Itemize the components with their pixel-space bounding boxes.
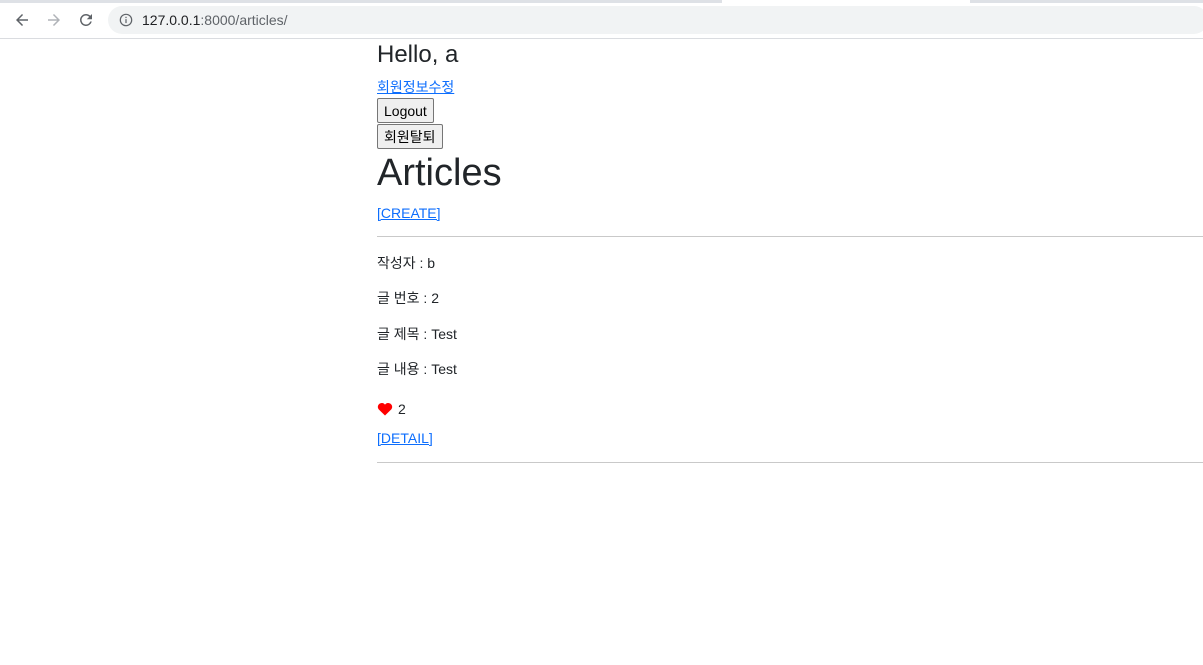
edit-profile-link[interactable]: 회원정보수정 [377, 78, 454, 96]
address-bar[interactable]: 127.0.0.1:8000/articles/ [108, 6, 1203, 34]
logout-button[interactable]: Logout [377, 98, 434, 123]
like-section: 2 [377, 401, 406, 417]
tab-strip [0, 0, 1203, 3]
article-author: 작성자 : b [377, 255, 436, 271]
arrow-left-icon [16, 14, 28, 26]
divider [377, 462, 1203, 463]
detail-link[interactable]: [DETAIL] [377, 429, 433, 447]
url-text[interactable]: 127.0.0.1:8000/articles/ [142, 12, 288, 28]
browser-toolbar: 127.0.0.1:8000/articles/ [0, 0, 1203, 39]
info-icon[interactable] [118, 12, 134, 28]
article-number: 글 번호 : 2 [377, 290, 439, 306]
reload-button[interactable] [74, 8, 98, 32]
article-title: 글 제목 : Test [377, 326, 457, 342]
forward-button[interactable] [42, 8, 66, 32]
greeting: Hello, a [377, 41, 459, 68]
divider [377, 236, 1203, 237]
withdraw-button[interactable]: 회원탈퇴 [377, 124, 443, 149]
url-host: 127.0.0.1 [142, 12, 201, 28]
page-title: Articles [377, 152, 502, 194]
create-link[interactable]: [CREATE] [377, 204, 441, 222]
url-path: :8000/articles/ [200, 12, 288, 28]
like-count: 2 [398, 401, 406, 417]
heart-icon[interactable] [377, 402, 393, 416]
back-button[interactable] [10, 8, 34, 32]
article-content: 글 내용 : Test [377, 361, 457, 377]
arrow-right-icon [48, 14, 60, 26]
reload-icon [79, 13, 92, 26]
